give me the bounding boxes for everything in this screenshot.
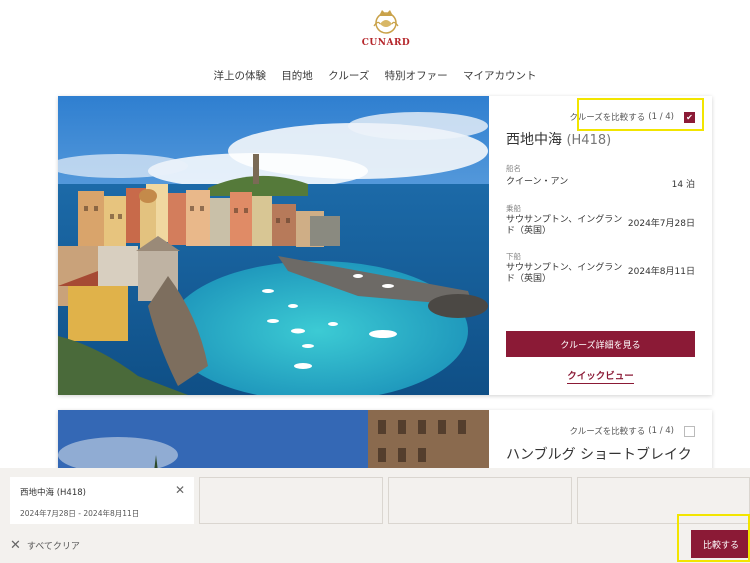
compare-checkbox[interactable] bbox=[684, 425, 695, 437]
nav-item-offers[interactable]: 特別オファー bbox=[385, 70, 448, 82]
embark-label: 乗船 bbox=[506, 204, 521, 213]
compare-toggle[interactable]: クルーズを比較する (1 / 4) ✔ bbox=[569, 111, 695, 123]
nav-item-my-account[interactable]: マイアカウント bbox=[463, 70, 537, 82]
compare-button[interactable]: 比較する bbox=[691, 530, 750, 558]
compare-slot-4 bbox=[577, 477, 750, 524]
clear-all-button[interactable]: ✕ すべてクリア bbox=[10, 538, 80, 553]
disembark-date: 2024年8月11日 bbox=[627, 267, 695, 277]
nav-item-cruises[interactable]: クルーズ bbox=[328, 70, 369, 82]
quick-view-link-wrap: クイックビュー bbox=[489, 368, 712, 384]
compare-slot-dates: 2024年7月28日 - 2024年8月11日 bbox=[20, 509, 140, 518]
compare-slot-1[interactable]: 西地中海 (H418) 2024年7月28日 - 2024年8月11日 ✕ bbox=[10, 477, 194, 524]
cruise-title: 西地中海 (H418) bbox=[506, 129, 611, 149]
cruise-code: (H418) bbox=[566, 133, 612, 148]
crown-lion-emblem-icon bbox=[373, 10, 399, 34]
clear-all-label: すべてクリア bbox=[26, 542, 80, 552]
compare-toggle[interactable]: クルーズを比較する (1 / 4) bbox=[569, 425, 695, 437]
remove-slot-close-icon[interactable]: ✕ bbox=[175, 483, 185, 497]
compare-label: クルーズを比較する bbox=[569, 113, 646, 123]
compare-count: (1 / 4) bbox=[648, 112, 674, 122]
disembark-label: 下船 bbox=[506, 252, 521, 261]
nav-item-destinations[interactable]: 目的地 bbox=[281, 70, 313, 82]
cruise-title: ハンブルグ ショートブレイク bbox=[506, 447, 692, 463]
compare-slot-3 bbox=[388, 477, 572, 524]
check-icon: ✔ bbox=[686, 112, 693, 122]
embark-date: 2024年7月28日 bbox=[627, 219, 695, 229]
cruise-info: クルーズを比較する (1 / 4) ✔ 西地中海 (H418) 船名 クイーン・… bbox=[489, 96, 712, 395]
compare-bar: 西地中海 (H418) 2024年7月28日 - 2024年8月11日 ✕ ✕ … bbox=[0, 468, 750, 563]
compare-slot-2 bbox=[199, 477, 383, 524]
close-icon: ✕ bbox=[10, 538, 21, 553]
coastal-village-photo bbox=[58, 96, 489, 395]
cunard-logo[interactable]: CUNARD bbox=[358, 6, 414, 50]
logo-wordmark: CUNARD bbox=[361, 38, 411, 48]
cruise-details-button[interactable]: クルーズ詳細を見る bbox=[506, 331, 695, 357]
main-nav: 洋上の体験 目的地 クルーズ 特別オファー マイアカウント bbox=[0, 68, 750, 83]
quick-view-link[interactable]: クイックビュー bbox=[567, 371, 634, 384]
embark-port: サウサンプトン、イングランド（英国） bbox=[506, 215, 623, 236]
ship-value: クイーン・アン bbox=[506, 177, 569, 187]
compare-checkbox[interactable]: ✔ bbox=[684, 111, 695, 123]
compare-label: クルーズを比較する bbox=[569, 427, 646, 437]
disembark-port: サウサンプトン、イングランド（英国） bbox=[506, 263, 623, 284]
cruise-card: クルーズを比較する (1 / 4) ✔ 西地中海 (H418) 船名 クイーン・… bbox=[58, 96, 712, 395]
cruise-name: 西地中海 bbox=[506, 132, 562, 148]
compare-count: (1 / 4) bbox=[648, 426, 674, 436]
compare-slot-title: 西地中海 (H418) bbox=[20, 488, 86, 498]
cruise-photo[interactable] bbox=[58, 96, 489, 395]
ship-label: 船名 bbox=[506, 164, 521, 173]
nights-value: 14 泊 bbox=[671, 180, 695, 190]
nav-item-onboard[interactable]: 洋上の体験 bbox=[213, 70, 266, 82]
